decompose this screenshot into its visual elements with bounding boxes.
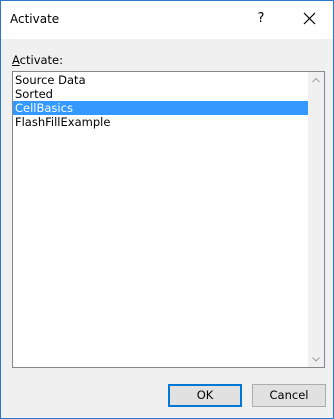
vertical-scrollbar[interactable] [308, 72, 324, 367]
close-button[interactable] [297, 7, 323, 31]
cancel-button[interactable]: Cancel [252, 384, 326, 407]
sheet-list-items: Source Data Sorted CellBasics FlashFillE… [13, 72, 309, 129]
chevron-down-icon [312, 357, 320, 362]
list-item-flashfillexample[interactable]: FlashFillExample [13, 115, 309, 129]
activate-list-label: Activate: [12, 53, 63, 67]
dialog-body: Activate: Source Data Sorted CellBasics … [1, 39, 333, 418]
accesskey-letter: A [12, 53, 20, 67]
label-rest: ctivate: [19, 53, 64, 67]
ok-button[interactable]: OK [168, 384, 242, 407]
chevron-up-icon [312, 77, 320, 83]
scroll-up-button[interactable] [308, 72, 324, 88]
list-item-sorted[interactable]: Sorted [13, 87, 309, 101]
title-bar[interactable]: Activate ? [1, 1, 333, 39]
close-icon [303, 12, 316, 25]
scroll-down-button[interactable] [308, 351, 324, 367]
list-item-source-data[interactable]: Source Data [13, 73, 309, 87]
activate-dialog: Activate ? Activate: Source Data Sorted … [0, 0, 334, 419]
list-item-cellbasics[interactable]: CellBasics [13, 101, 309, 115]
sheet-listbox[interactable]: Source Data Sorted CellBasics FlashFillE… [12, 71, 325, 368]
help-button[interactable]: ? [249, 7, 273, 31]
dialog-title: Activate [10, 12, 60, 26]
